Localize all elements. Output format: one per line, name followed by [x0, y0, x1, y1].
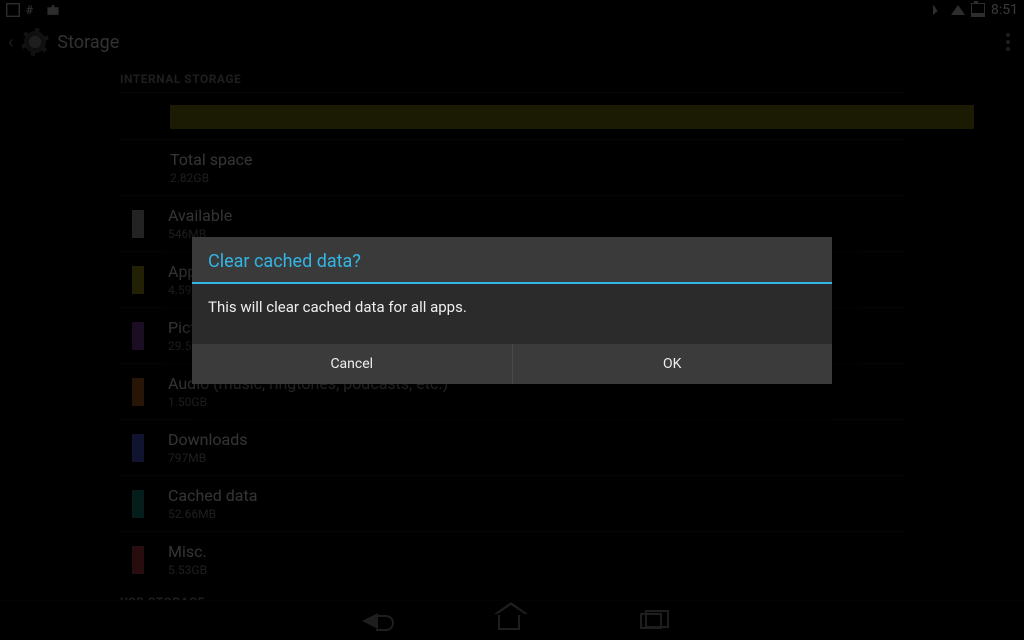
clear-cache-dialog: Clear cached data? This will clear cache…: [192, 237, 832, 384]
dialog-button-row: Cancel OK: [192, 344, 832, 384]
ok-button[interactable]: OK: [512, 344, 833, 384]
cancel-button[interactable]: Cancel: [192, 344, 512, 384]
dialog-body: This will clear cached data for all apps…: [192, 284, 832, 344]
dialog-title: Clear cached data?: [192, 237, 832, 282]
